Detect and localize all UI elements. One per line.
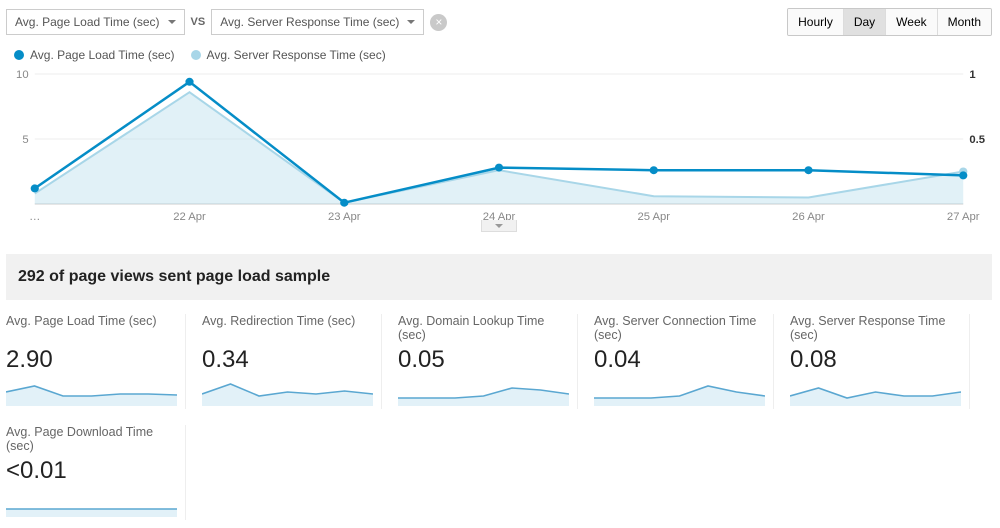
sparkline [202,378,373,406]
svg-text:…: … [29,211,40,223]
svg-text:27 Apr: 27 Apr [947,211,980,223]
metric-card[interactable]: Avg. Server Response Time (sec)0.08 [790,314,970,409]
svg-text:10: 10 [16,69,29,81]
metric-card-title: Avg. Redirection Time (sec) [202,314,373,344]
secondary-metric-label: Avg. Server Response Time (sec) [220,15,399,29]
legend-dot [191,50,201,60]
top-controls: Avg. Page Load Time (sec) VS Avg. Server… [6,8,992,36]
metric-card[interactable]: Avg. Domain Lookup Time (sec)0.05 [398,314,578,409]
metric-card-title: Avg. Server Response Time (sec) [790,314,961,344]
metric-card-value: 0.08 [790,346,961,374]
legend-item-primary: Avg. Page Load Time (sec) [14,48,175,62]
svg-text:22 Apr: 22 Apr [173,211,206,223]
metric-card-value: 2.90 [6,346,177,374]
svg-text:5: 5 [22,134,28,146]
sparkline [6,489,177,517]
metric-selectors: Avg. Page Load Time (sec) VS Avg. Server… [6,9,447,35]
clear-secondary-icon[interactable] [430,14,447,31]
primary-metric-label: Avg. Page Load Time (sec) [15,15,160,29]
svg-text:26 Apr: 26 Apr [792,211,825,223]
sparkline [790,378,961,406]
main-line-chart: 5100.51…22 Apr23 Apr24 Apr25 Apr26 Apr27… [6,68,992,228]
time-granularity-toggle: HourlyDayWeekMonth [787,8,992,36]
vs-label: VS [191,16,206,28]
legend-item-secondary: Avg. Server Response Time (sec) [191,48,386,62]
svg-text:25 Apr: 25 Apr [637,211,670,223]
metric-cards: Avg. Page Load Time (sec)2.90Avg. Redire… [6,314,992,520]
metric-card-value: 0.05 [398,346,569,374]
metric-card[interactable]: Avg. Redirection Time (sec)0.34 [202,314,382,409]
metric-card[interactable]: Avg. Server Connection Time (sec)0.04 [594,314,774,409]
legend-dot [14,50,24,60]
secondary-metric-select[interactable]: Avg. Server Response Time (sec) [211,9,424,35]
page-load-sample-banner: 292 of page views sent page load sample [6,254,992,300]
metric-card-value: <0.01 [6,457,177,485]
time-month-button[interactable]: Month [938,9,991,35]
chart-expand-handle[interactable] [481,220,517,232]
legend-label: Avg. Server Response Time (sec) [207,48,386,62]
metric-card-value: 0.34 [202,346,373,374]
metric-card-title: Avg. Domain Lookup Time (sec) [398,314,569,344]
time-day-button[interactable]: Day [844,9,886,35]
metric-card-title: Avg. Server Connection Time (sec) [594,314,765,344]
chart-legend: Avg. Page Load Time (sec) Avg. Server Re… [14,48,992,62]
legend-label: Avg. Page Load Time (sec) [30,48,175,62]
caret-down-icon [407,20,415,24]
metric-card-title: Avg. Page Load Time (sec) [6,314,177,344]
metric-card[interactable]: Avg. Page Download Time (sec)<0.01 [6,425,186,520]
sparkline [6,378,177,406]
caret-down-icon [168,20,176,24]
sparkline [594,378,765,406]
metric-card[interactable]: Avg. Page Load Time (sec)2.90 [6,314,186,409]
sparkline [398,378,569,406]
time-week-button[interactable]: Week [886,9,937,35]
svg-text:0.5: 0.5 [969,134,985,146]
metric-card-title: Avg. Page Download Time (sec) [6,425,177,455]
svg-text:23 Apr: 23 Apr [328,211,361,223]
metric-card-value: 0.04 [594,346,765,374]
primary-metric-select[interactable]: Avg. Page Load Time (sec) [6,9,185,35]
time-hourly-button[interactable]: Hourly [788,9,844,35]
svg-text:1: 1 [969,69,975,81]
